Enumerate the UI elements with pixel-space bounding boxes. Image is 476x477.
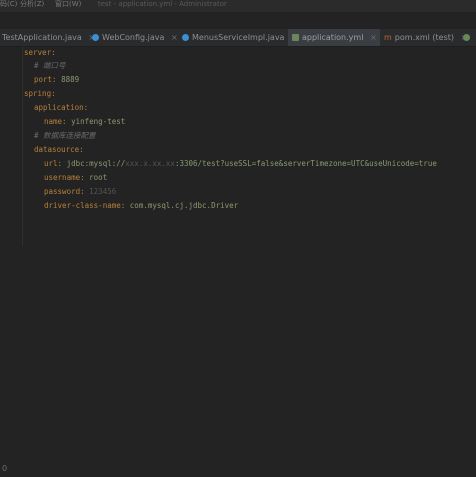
yaml-key: spring:	[24, 89, 56, 98]
menu-analyze[interactable]: 分析(Z)	[20, 0, 44, 9]
tab-label: pom.xml (test)	[394, 33, 455, 42]
yaml-value: yinfeng-test	[71, 117, 126, 126]
yaml-key: password:	[44, 187, 85, 196]
maven-file-icon: m	[384, 33, 392, 42]
yaml-key: server:	[24, 48, 56, 57]
tab-application-yml[interactable]: application.yml ×	[288, 29, 380, 46]
yaml-key: name:	[44, 117, 67, 126]
yaml-key: username:	[44, 173, 85, 182]
close-icon[interactable]: ×	[171, 33, 178, 42]
yaml-value: com.mysql.cj.jdbc.Driver	[129, 201, 239, 210]
yaml-key: driver-class-name:	[44, 201, 126, 210]
code-line: application:	[34, 101, 88, 115]
code-line: port: 8889	[34, 73, 79, 87]
yaml-key: datasource:	[34, 145, 84, 154]
close-icon[interactable]: ×	[370, 33, 377, 42]
yaml-comment: # 端口号	[34, 61, 66, 70]
tab-label: application.yml	[302, 33, 364, 42]
yaml-value: root	[89, 173, 108, 182]
redacted-password: 123456	[89, 187, 117, 196]
yaml-value: jdbc:mysql://	[66, 159, 126, 168]
code-line: spring:	[24, 87, 56, 101]
code-line: datasource:	[34, 143, 84, 157]
code-line: server:	[24, 46, 56, 60]
java-class-icon	[182, 34, 189, 41]
yaml-key: url:	[44, 159, 63, 168]
tab-pom-xml[interactable]: mpom.xml (test) ×	[384, 29, 467, 46]
java-class-icon	[92, 34, 99, 41]
tab-label: MenusServiceImpl.java	[192, 33, 285, 42]
yaml-value: 8889	[61, 75, 80, 84]
code-line: driver-class-name: com.mysql.cj.jdbc.Dri…	[44, 199, 238, 213]
yaml-value: :3306/test?useSSL=false&serverTimezone=U…	[174, 159, 437, 168]
code-line: password: 123456	[44, 185, 116, 199]
tab-test-application[interactable]: TestApplication.java ×	[2, 29, 95, 46]
tab-menus-service-impl[interactable]: MenusServiceImpl.java ×	[182, 29, 298, 46]
window-title: test - application.yml - Administrator	[98, 0, 227, 8]
menu-window[interactable]: 窗口(W)	[55, 0, 81, 9]
code-line: url: jdbc:mysql://xxx.x.xx.xx:3306/test?…	[44, 157, 476, 171]
status-marker: 0	[2, 464, 8, 473]
yaml-comment: # 数据库连接配置	[34, 131, 96, 140]
code-line: # 端口号	[34, 59, 66, 73]
yaml-file-icon	[292, 34, 299, 41]
menu-code[interactable]: 码(C)	[0, 0, 17, 9]
yaml-key: port:	[34, 75, 57, 84]
yaml-key: application:	[34, 103, 89, 112]
code-line: username: root	[44, 171, 107, 185]
editor-tab-bar: TestApplication.java × WebConfig.java × …	[0, 29, 476, 47]
tab-label: WebConfig.java	[102, 33, 165, 42]
redacted-host: xxx.x.xx.xx	[125, 159, 175, 168]
tab-web-config[interactable]: WebConfig.java ×	[92, 29, 178, 46]
tab-overflow[interactable]	[463, 29, 473, 46]
code-line: name: yinfeng-test	[44, 115, 125, 129]
tab-label: TestApplication.java	[2, 33, 82, 42]
code-line: # 数据库连接配置	[34, 129, 96, 143]
spring-icon	[463, 34, 470, 41]
title-bar: 码(C) 分析(Z) 窗口(W) test - application.yml …	[0, 0, 476, 12]
code-editor[interactable]: server: # 端口号 port: 8889 spring: applica…	[0, 46, 476, 477]
